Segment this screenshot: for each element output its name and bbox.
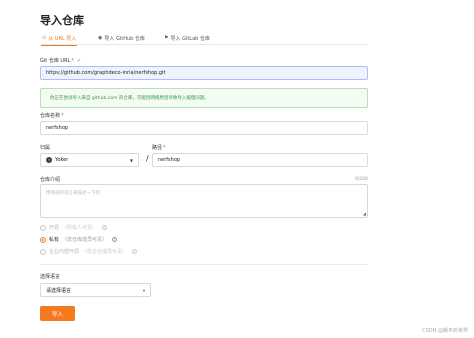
- github-icon: ◉: [98, 34, 103, 41]
- tab-label: 从 URL 导入: [48, 35, 77, 42]
- resize-handle-icon[interactable]: ◢: [363, 212, 366, 216]
- radio-button[interactable]: [40, 248, 46, 255]
- tab-import-gitlab[interactable]: ⚑ 导入 GitLab 仓库: [164, 31, 210, 45]
- radio-desc: （所有人可见）: [62, 225, 98, 231]
- description-placeholder: 用简短的语言来描述一下吧: [46, 191, 100, 196]
- gitlab-icon: ⚑: [164, 34, 169, 41]
- divider: [40, 264, 368, 265]
- path-label: 路径*: [152, 145, 166, 151]
- help-icon[interactable]: ?: [112, 237, 118, 242]
- visibility-internal[interactable]: 企业内部开源 （仅企业成员可见） ?: [40, 248, 138, 255]
- radio-label: 企业内部开源: [49, 249, 80, 255]
- description-label: 仓库介绍: [40, 177, 61, 183]
- visibility-private[interactable]: 私有 （仅仓库成员可见） ?: [40, 236, 118, 243]
- language-label: 选择语言: [40, 274, 61, 280]
- help-icon[interactable]: ?: [102, 225, 108, 230]
- page-title: 导入仓库: [40, 14, 84, 27]
- tab-label: 导入 GitHub 仓库: [104, 35, 145, 42]
- radio-button[interactable]: [40, 224, 46, 231]
- radio-button[interactable]: [40, 236, 46, 243]
- path-input[interactable]: nerfshop: [152, 153, 368, 167]
- required-mark: *: [71, 58, 74, 64]
- owner-value: Yoker: [55, 157, 69, 163]
- required-mark: *: [61, 113, 64, 119]
- avatar: Y: [46, 157, 52, 163]
- radio-desc: （仅仓库成员可见）: [62, 237, 108, 243]
- language-select[interactable]: 请选择语言 ▾: [40, 283, 151, 297]
- git-url-input[interactable]: https://github.com/graphdeco-inria/nerfs…: [40, 66, 368, 80]
- tab-label: 导入 GitLab 仓库: [170, 35, 210, 42]
- network-warning-alert: 你正在尝试导入来自 github.com 的仓库，可能因网络原因导致导入缓慢问题…: [40, 88, 368, 108]
- tab-import-github[interactable]: ◉ 导入 GitHub 仓库: [98, 31, 145, 45]
- path-separator: /: [146, 154, 149, 163]
- help-icon[interactable]: ?: [132, 249, 138, 254]
- owner-select[interactable]: Y Yoker ▼: [40, 153, 139, 167]
- repo-name-label: 仓库名称*: [40, 113, 64, 119]
- description-textarea[interactable]: 用简短的语言来描述一下吧 ◢: [40, 184, 368, 218]
- watermark: CSDN @躺平的世界: [422, 328, 468, 334]
- check-icon: ✓: [76, 58, 82, 64]
- import-button[interactable]: 导入: [40, 306, 75, 321]
- alert-text: 你正在尝试导入来自 github.com 的仓库，可能因网络原因导致导入缓慢问题…: [50, 96, 209, 101]
- owner-label: 归属: [40, 145, 51, 151]
- radio-desc: （仅企业成员可见）: [82, 249, 128, 255]
- radio-label: 私有: [49, 237, 60, 243]
- tab-import-url[interactable]: ⊙ 从 URL 导入: [40, 31, 78, 46]
- import-source-tabs: ⊙ 从 URL 导入 ◉ 导入 GitHub 仓库 ⚑ 导入 GitLab 仓库: [40, 31, 368, 46]
- language-placeholder: 请选择语言: [46, 287, 72, 294]
- repo-name-input[interactable]: nerfshop: [40, 121, 368, 135]
- chevron-down-icon: ▼: [129, 158, 133, 163]
- char-counter: 0/200: [355, 177, 368, 182]
- git-url-label: Git 仓库 URL* ✓: [40, 58, 82, 64]
- visibility-open-source[interactable]: 开源 （所有人可见） ?: [40, 224, 108, 231]
- url-icon: ⊙: [42, 34, 47, 41]
- radio-label: 开源: [49, 225, 60, 231]
- chevron-down-icon: ▾: [142, 288, 145, 293]
- required-mark: *: [163, 145, 166, 151]
